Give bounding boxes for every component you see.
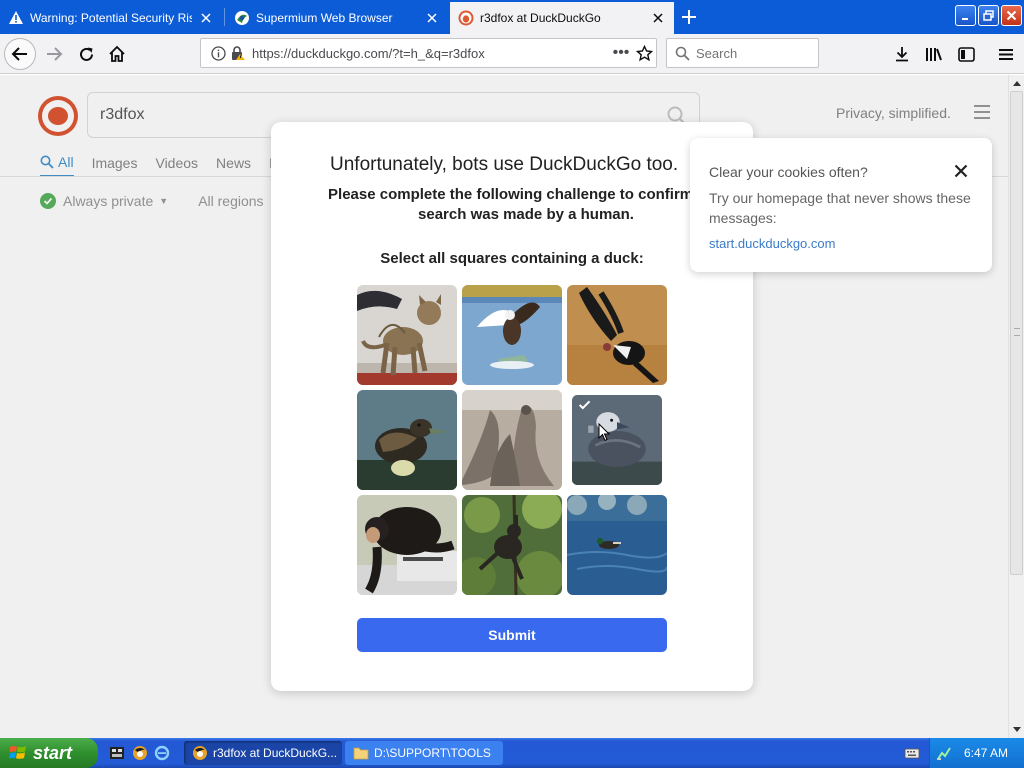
challenge-tile-cat[interactable] — [357, 285, 457, 385]
close-icon[interactable] — [952, 162, 970, 180]
scroll-down-arrow-icon[interactable] — [1009, 722, 1024, 738]
start-label: start — [33, 742, 73, 763]
supermium-icon — [234, 10, 250, 26]
restore-button[interactable] — [978, 5, 999, 26]
duckduckgo-icon — [458, 10, 474, 26]
bot-challenge-modal: Unfortunately, bots use DuckDuckGo too. … — [271, 122, 753, 691]
network-icon[interactable] — [936, 745, 952, 761]
hamburger-menu-icon — [999, 48, 1013, 60]
page-actions-menu-icon[interactable]: ••• — [610, 44, 632, 62]
firefox-icon — [192, 745, 208, 761]
restore-icon — [983, 10, 994, 21]
taskbar-item-folder[interactable]: D:\SUPPORT\TOOLS — [345, 741, 503, 765]
vertical-scrollbar[interactable] — [1008, 75, 1024, 738]
plus-icon — [682, 10, 696, 24]
challenge-tile-duck-water[interactable] — [567, 495, 667, 595]
challenge-tile-duck-selected[interactable] — [572, 395, 662, 485]
tab-security-warning[interactable]: Warning: Potential Security Risk Ah — [0, 2, 222, 33]
search-bar[interactable]: Search — [666, 38, 819, 68]
challenge-tile-chimpanzee[interactable] — [357, 495, 457, 595]
tab-separator — [224, 8, 225, 26]
reload-button[interactable] — [70, 38, 102, 70]
tab-title: Supermium Web Browser — [256, 10, 393, 25]
tab-strip: Warning: Potential Security Risk Ah Supe… — [0, 0, 1024, 34]
reload-icon — [79, 47, 93, 61]
folder-icon — [353, 746, 369, 760]
home-icon — [109, 45, 125, 62]
keyboard-icon[interactable] — [904, 745, 920, 766]
firefox-quicklaunch-icon[interactable] — [131, 744, 149, 762]
modal-subtitle: Please complete the following challenge … — [328, 186, 724, 223]
scroll-up-arrow-icon[interactable] — [1009, 75, 1024, 91]
arrow-left-icon — [11, 47, 27, 61]
home-button[interactable] — [101, 38, 133, 70]
challenge-tile-seals[interactable] — [462, 390, 562, 490]
tab-supermium[interactable]: Supermium Web Browser — [226, 2, 448, 33]
close-tab-icon[interactable] — [198, 10, 214, 26]
challenge-tile-monkey[interactable] — [462, 495, 562, 595]
close-tab-icon[interactable] — [650, 10, 666, 26]
library-button[interactable] — [922, 42, 946, 66]
url-text: https://duckduckgo.com/?t=h_&q=r3dfox — [252, 45, 485, 61]
taskbar-item-label: D:\SUPPORT\TOOLS — [374, 746, 491, 760]
challenge-tile-duck[interactable] — [357, 390, 457, 490]
taskbar-item-label: r3dfox at DuckDuckG... — [213, 746, 338, 760]
download-icon — [896, 47, 908, 62]
search-icon — [675, 46, 690, 61]
windows-logo-icon — [9, 744, 27, 762]
selected-checkmark-icon — [578, 400, 591, 411]
tab-title: Warning: Potential Security Risk Ah — [30, 10, 192, 25]
challenge-tile-eagle[interactable] — [462, 285, 562, 385]
library-icon — [926, 48, 942, 61]
arrow-right-icon — [47, 47, 63, 61]
close-window-button[interactable] — [1001, 5, 1022, 26]
url-bar[interactable]: https://duckduckgo.com/?t=h_&q=r3dfox ••… — [200, 38, 657, 68]
close-icon — [1006, 10, 1017, 21]
clock[interactable]: 6:47 AM — [964, 746, 1008, 760]
new-tab-button[interactable] — [678, 6, 700, 28]
warning-icon — [8, 10, 24, 26]
info-icon[interactable] — [210, 45, 226, 61]
insecure-lock-icon[interactable] — [230, 45, 246, 61]
tab-duckduckgo[interactable]: r3dfox at DuckDuckGo — [450, 2, 674, 34]
system-tray: 6:47 AM — [929, 738, 1024, 768]
challenge-prompt: Select all squares containing a duck: — [380, 250, 644, 267]
scroll-thumb[interactable] — [1010, 91, 1023, 575]
forward-button[interactable] — [38, 38, 70, 70]
taskbar-item-browser[interactable]: r3dfox at DuckDuckG... — [184, 741, 342, 765]
cookie-tip-popup: Clear your cookies often? Try our homepa… — [690, 138, 992, 272]
media-player-icon[interactable] — [108, 744, 126, 762]
windows-taskbar: start r3dfox at DuckDuckG... D:\SUPPORT\… — [0, 738, 1024, 768]
mouse-cursor-icon — [598, 422, 611, 447]
search-placeholder: Search — [696, 45, 738, 61]
minimize-button[interactable] — [955, 5, 976, 26]
challenge-grid — [357, 285, 667, 595]
cookie-tip-title: Clear your cookies often? — [709, 164, 868, 180]
downloads-button[interactable] — [890, 42, 914, 66]
challenge-tile-condor[interactable] — [567, 285, 667, 385]
cookie-tip-body: Try our homepage that never shows these … — [709, 190, 971, 226]
bookmark-star-icon[interactable] — [632, 44, 656, 62]
screen: Warning: Potential Security Risk Ah Supe… — [0, 0, 1024, 768]
start-duckduckgo-link[interactable]: start.duckduckgo.com — [709, 236, 835, 251]
sidebar-icon — [957, 46, 975, 62]
sidebar-button[interactable] — [954, 42, 978, 66]
back-button[interactable] — [4, 38, 36, 70]
menu-button[interactable] — [994, 42, 1018, 66]
close-tab-icon[interactable] — [424, 10, 440, 26]
navigation-toolbar: https://duckduckgo.com/?t=h_&q=r3dfox ••… — [0, 34, 1024, 74]
minimize-icon — [961, 17, 968, 20]
tab-title: r3dfox at DuckDuckGo — [480, 11, 601, 25]
internet-explorer-icon[interactable] — [153, 744, 171, 762]
start-button[interactable]: start — [0, 738, 98, 768]
submit-button[interactable]: Submit — [357, 618, 667, 652]
